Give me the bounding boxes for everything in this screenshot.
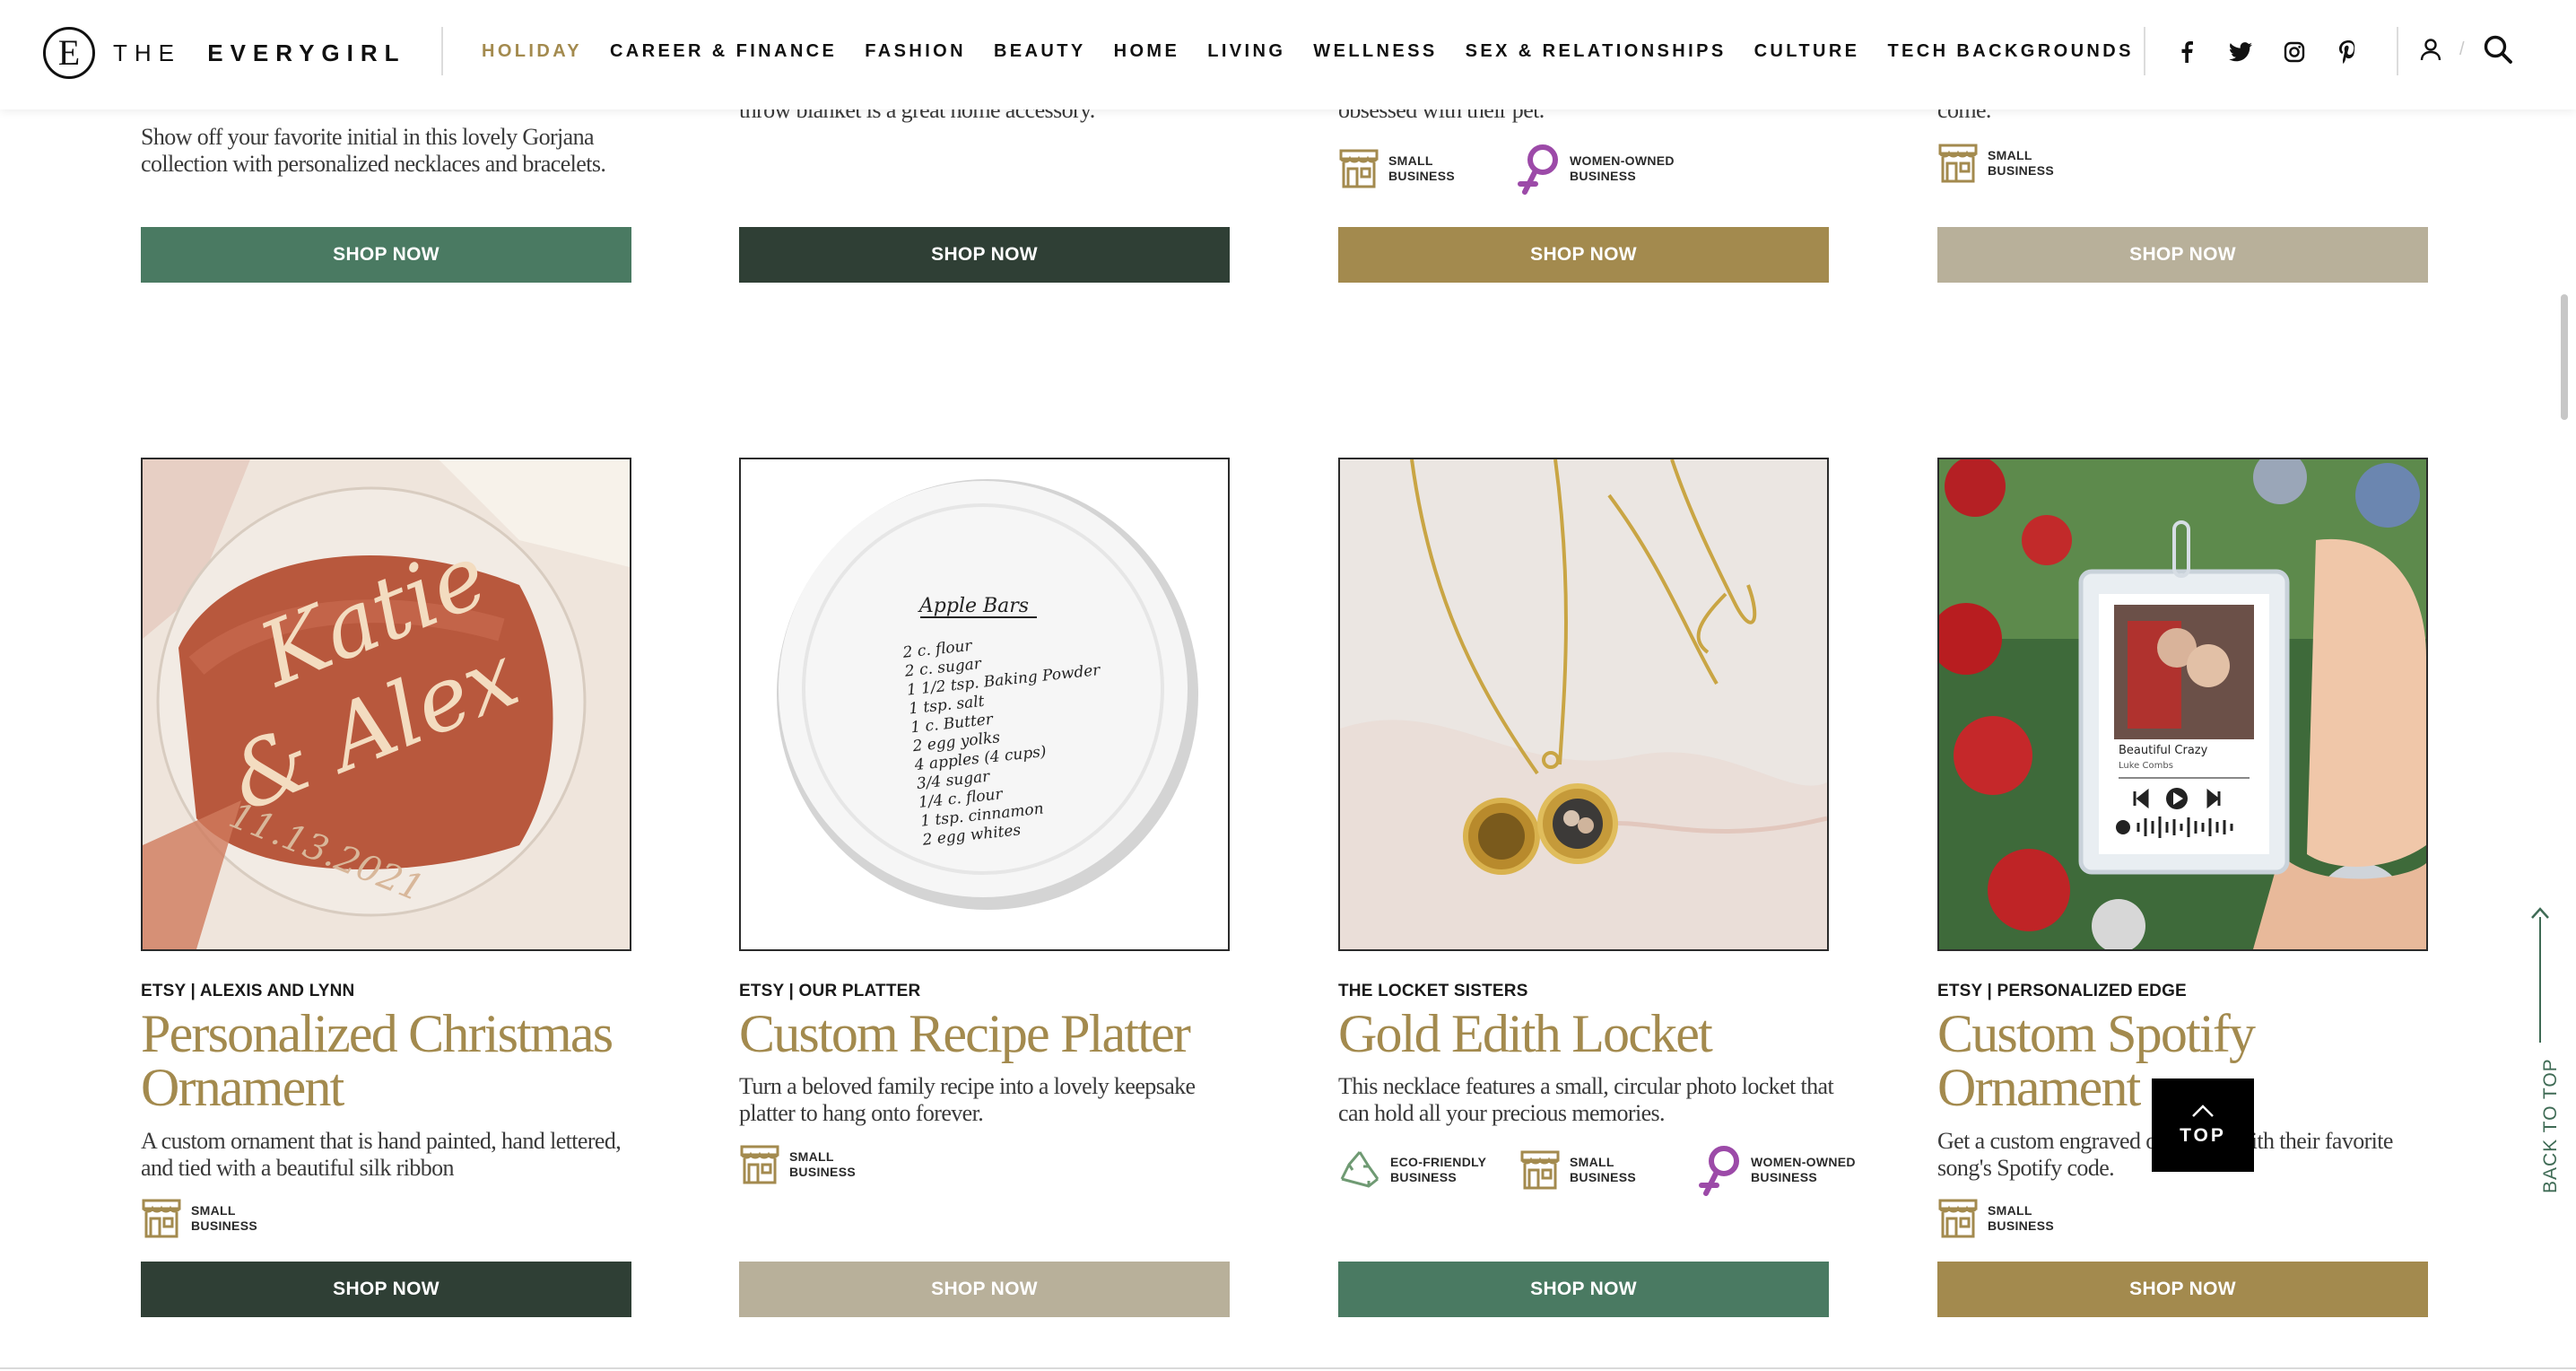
nav-career-finance[interactable]: CAREER & FINANCE: [610, 41, 837, 62]
back-to-top-line: [2539, 917, 2541, 1043]
search-icon[interactable]: [2483, 34, 2513, 65]
badge-small-business: SMALL BUSINESS: [1937, 142, 2095, 185]
site-header: E THE EVERYGIRL HOLIDAY CAREER & FINANCE…: [0, 0, 2576, 109]
shop-now-button[interactable]: SHOP NOW: [739, 227, 1230, 283]
product-title[interactable]: Gold Edith Locket: [1338, 1007, 1841, 1061]
product-description: This necklace features a small, circular…: [1338, 1073, 1834, 1126]
product-image-platter[interactable]: Apple Bars 2 c. flour 2 c. sugar 1 1/2 t…: [739, 458, 1230, 951]
business-badges: ECO-FRIENDLY BUSINESS SMALL BUSINESS WOM…: [1338, 1143, 1880, 1197]
nav-beauty[interactable]: BEAUTY: [994, 41, 1086, 62]
shop-now-button[interactable]: SHOP NOW: [739, 1262, 1230, 1317]
shop-now-button[interactable]: SHOP NOW: [1338, 1262, 1829, 1317]
product-title[interactable]: Personalized Christmas Ornament: [141, 1007, 643, 1114]
instagram-icon[interactable]: [2278, 36, 2311, 68]
business-badges: SMALL BUSINESS: [1937, 142, 2117, 185]
product-brand[interactable]: ETSY | ALEXIS AND LYNN: [141, 982, 354, 1001]
women-owned-icon: [1699, 1146, 1739, 1196]
social-links: [2171, 36, 2386, 68]
product-description: A custom ornament that is hand painted, …: [141, 1128, 622, 1181]
main-nav: HOLIDAY CAREER & FINANCE FASHION BEAUTY …: [482, 41, 2162, 62]
nav-wellness[interactable]: WELLNESS: [1313, 41, 1437, 62]
shop-now-button[interactable]: SHOP NOW: [1937, 1262, 2428, 1317]
utility-separator: /: [2459, 39, 2465, 59]
badge-women-owned: WOMEN-OWNED BUSINESS: [1518, 142, 1677, 196]
logo-name: EVERYGIRL: [207, 39, 406, 66]
product-description: Turn a beloved family recipe into a love…: [739, 1073, 1196, 1126]
storefront-icon: [142, 1199, 181, 1238]
badge-label: SMALL BUSINESS: [191, 1203, 257, 1233]
logo-mark: E: [43, 27, 95, 79]
shop-now-button[interactable]: SHOP NOW: [141, 227, 631, 283]
product-brand[interactable]: ETSY | OUR PLATTER: [739, 982, 920, 1001]
facebook-icon[interactable]: [2171, 36, 2203, 68]
back-to-top-label: BACK TO TOP: [2540, 1058, 2561, 1193]
storefront-icon: [1339, 149, 1379, 188]
women-owned-icon: [1518, 144, 1558, 195]
badge-label: SMALL BUSINESS: [1988, 1203, 2054, 1233]
product-brand[interactable]: THE LOCKET SISTERS: [1338, 982, 1528, 1001]
shop-now-button[interactable]: SHOP NOW: [1338, 227, 1829, 283]
badge-small-business: SMALL BUSINESS: [739, 1143, 897, 1186]
badge-label: ECO-FRIENDLY BUSINESS: [1390, 1155, 1487, 1184]
twitter-icon[interactable]: [2224, 36, 2257, 68]
product-brand[interactable]: ETSY | PERSONALIZED EDGE: [1937, 982, 2187, 1001]
page-divider: [0, 1367, 2576, 1369]
pinterest-icon[interactable]: [2332, 36, 2364, 68]
scrollbar-thumb[interactable]: [2561, 294, 2568, 420]
shop-now-button[interactable]: SHOP NOW: [141, 1262, 631, 1317]
nav-culture[interactable]: CULTURE: [1754, 41, 1860, 62]
badge-label: SMALL BUSINESS: [1570, 1155, 1636, 1184]
song-title: Beautiful Crazy: [2119, 744, 2208, 757]
product-title[interactable]: Custom Recipe Platter: [739, 1007, 1241, 1061]
chevron-up-icon: [2192, 1105, 2214, 1117]
header-divider: [2144, 27, 2145, 75]
product-image-locket[interactable]: [1338, 458, 1829, 951]
nav-fashion[interactable]: FASHION: [865, 41, 966, 62]
badge-small-business: SMALL BUSINESS: [1519, 1148, 1677, 1192]
business-badges: SMALL BUSINESS WOMEN-OWNED BUSINESS: [1338, 142, 1699, 196]
badge-label: SMALL BUSINESS: [789, 1149, 856, 1179]
nav-holiday[interactable]: HOLIDAY: [482, 41, 582, 62]
business-badges: SMALL BUSINESS: [141, 1197, 320, 1240]
business-badges: SMALL BUSINESS: [1937, 1197, 2117, 1240]
badge-label: SMALL BUSINESS: [1388, 153, 1455, 183]
scroll-top-label: TOP: [2180, 1125, 2226, 1146]
account-icon[interactable]: [2420, 38, 2441, 61]
product-description: Show off your favorite initial in this l…: [141, 124, 606, 177]
eco-friendly-icon: [1340, 1151, 1379, 1188]
back-to-top-link[interactable]: BACK TO TOP: [2522, 906, 2561, 1202]
logo-the: THE: [113, 39, 181, 66]
song-artist: Luke Combs: [2119, 761, 2173, 771]
nav-tech-backgrounds[interactable]: TECH BACKGROUNDS: [1887, 41, 2133, 62]
storefront-icon: [1938, 1199, 1978, 1238]
shop-now-button[interactable]: SHOP NOW: [1937, 227, 2428, 283]
storefront-icon: [1938, 144, 1978, 183]
badge-label: WOMEN-OWNED BUSINESS: [1751, 1155, 1856, 1184]
logo-wordmark: THE EVERYGIRL: [113, 39, 406, 67]
product-image-spotify-ornament[interactable]: Beautiful Crazy Luke Combs: [1937, 458, 2428, 951]
header-divider: [2397, 27, 2398, 75]
product-image-ornament[interactable]: Katie & Alex 11.13.2021: [141, 458, 631, 951]
badge-small-business: SMALL BUSINESS: [1338, 147, 1496, 190]
business-badges: SMALL BUSINESS: [739, 1143, 918, 1186]
badge-women-owned: WOMEN-OWNED BUSINESS: [1699, 1143, 1858, 1197]
nav-sex-relationships[interactable]: SEX & RELATIONSHIPS: [1466, 41, 1727, 62]
badge-label: SMALL BUSINESS: [1988, 148, 2054, 178]
badge-small-business: SMALL BUSINESS: [1937, 1197, 2095, 1240]
nav-living[interactable]: LIVING: [1207, 41, 1285, 62]
storefront-icon: [740, 1145, 779, 1184]
nav-home[interactable]: HOME: [1114, 41, 1180, 62]
badge-label: WOMEN-OWNED BUSINESS: [1570, 153, 1675, 183]
header-divider: [441, 27, 443, 75]
utility-nav: /: [2420, 34, 2513, 65]
badge-eco-friendly: ECO-FRIENDLY BUSINESS: [1338, 1148, 1498, 1192]
site-logo[interactable]: E THE EVERYGIRL: [43, 27, 406, 79]
scroll-top-button[interactable]: TOP: [2152, 1078, 2254, 1172]
badge-small-business: SMALL BUSINESS: [141, 1197, 299, 1240]
storefront-icon: [1520, 1150, 1560, 1190]
recipe-title: Apple Bars: [918, 595, 1029, 617]
